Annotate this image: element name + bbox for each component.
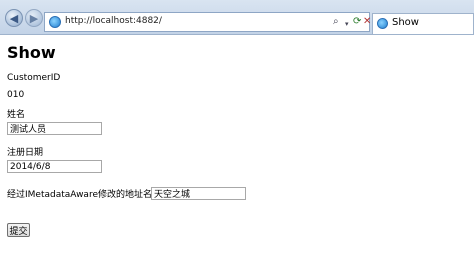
- address-field[interactable]: [151, 187, 246, 200]
- page-title: Show: [7, 43, 56, 62]
- name-label: 姓名: [7, 110, 26, 120]
- address-row: 经过IMetadataAware修改的地址名称: [7, 187, 161, 200]
- register-date-label: 注册日期: [7, 148, 44, 158]
- stop-icon[interactable]: ✕: [363, 15, 371, 29]
- name-field[interactable]: [7, 122, 102, 135]
- search-icon[interactable]: ⌕: [333, 15, 339, 29]
- chevron-down-icon[interactable]: ▾: [345, 17, 349, 31]
- tab-show[interactable]: Show: [372, 13, 474, 34]
- refresh-icon[interactable]: ⟳: [353, 15, 361, 29]
- submit-button[interactable]: 提交: [7, 223, 30, 237]
- customer-id-value: 010: [7, 90, 25, 100]
- address-bar[interactable]: http://localhost:4882/ ⌕ ▾ ⟳ ✕: [44, 12, 371, 32]
- ie-page-icon: [377, 18, 388, 29]
- url-text[interactable]: http://localhost:4882/: [65, 16, 162, 26]
- address-label: 经过IMetadataAware修改的地址名称: [7, 190, 161, 200]
- tab-title: Show: [392, 17, 419, 28]
- register-date-field[interactable]: [7, 160, 102, 173]
- forward-icon[interactable]: ▶: [25, 9, 43, 27]
- ie-page-icon: [49, 16, 61, 28]
- customer-id-label: CustomerID: [7, 73, 61, 83]
- browser-toolbar: ◀ ▶ http://localhost:4882/ ⌕ ▾ ⟳ ✕ Show: [0, 0, 474, 35]
- back-icon[interactable]: ◀: [5, 9, 23, 27]
